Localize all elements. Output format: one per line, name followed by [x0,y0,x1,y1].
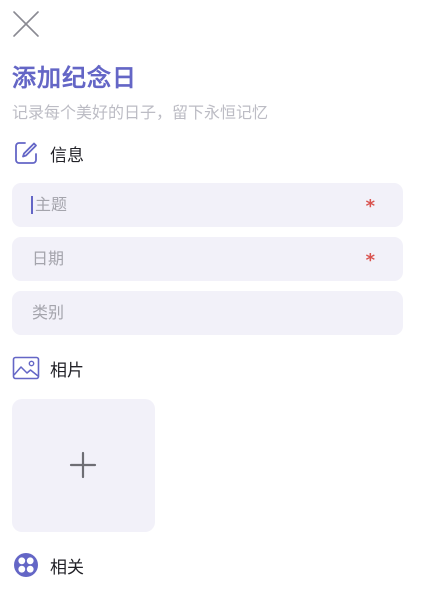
required-mark: * [365,196,375,217]
section-label-photos: 相片 [50,360,84,381]
section-label-info: 信息 [50,145,84,166]
section-header-info: 信息 [12,138,84,168]
section-header-related: 相关 [12,550,84,580]
add-anniversary-page: 添加纪念日 记录每个美好的日子，留下永恒记忆 信息 主题 * 日期 * 类别 相… [0,0,421,602]
section-header-photos: 相片 [12,353,84,383]
required-mark: * [365,250,375,271]
category-placeholder: 类别 [32,303,65,322]
add-photo-button[interactable] [12,399,155,532]
date-placeholder: 日期 [32,249,65,268]
date-field[interactable]: 日期 * [12,237,403,281]
subject-placeholder: 主题 [35,195,68,214]
close-icon [12,11,40,42]
section-label-related: 相关 [50,557,84,578]
subject-field[interactable]: 主题 * [12,183,403,227]
image-icon [12,354,40,382]
page-subtitle: 记录每个美好的日子，留下永恒记忆 [12,103,269,122]
text-caret [31,196,33,214]
page-title: 添加纪念日 [12,64,137,92]
grid-circle-icon [12,551,40,579]
plus-icon [69,451,97,479]
edit-icon [12,139,40,167]
close-button[interactable] [12,10,40,38]
category-field[interactable]: 类别 [12,291,403,335]
